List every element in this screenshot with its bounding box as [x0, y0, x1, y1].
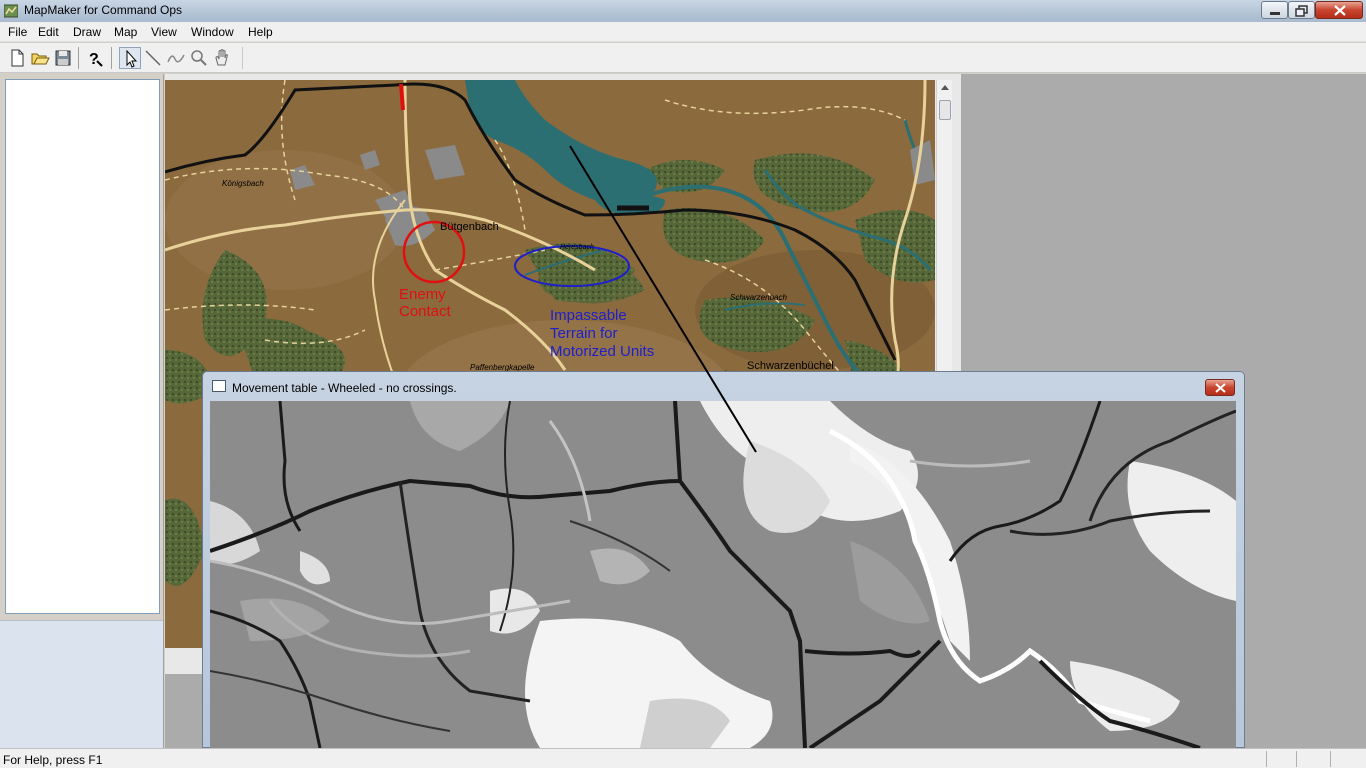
properties-panel	[0, 620, 163, 748]
status-text: For Help, press F1	[3, 753, 103, 767]
zoom-tool-button[interactable]	[188, 47, 210, 69]
open-button[interactable]	[29, 47, 51, 69]
status-pane-2	[1296, 751, 1330, 767]
menu-edit[interactable]: Edit	[38, 25, 59, 39]
impassable-line-3: Motorized Units	[550, 343, 655, 360]
menu-view[interactable]: View	[151, 25, 177, 39]
movement-table-canvas[interactable]	[210, 401, 1236, 748]
scroll-up-arrow-icon[interactable]	[938, 81, 952, 95]
enemy-contact-label: Enemy Contact	[399, 286, 451, 320]
minimize-icon	[1270, 12, 1280, 15]
movement-window-close-button[interactable]	[1205, 379, 1235, 396]
pan-tool-button[interactable]	[211, 47, 233, 69]
movement-table-window: Movement table - Wheeled - no crossings.	[202, 371, 1245, 748]
line-icon	[145, 50, 161, 66]
place-label-butgenbach: Bütgenbach	[440, 221, 499, 233]
menu-bar: File Edit Draw Map View Window Help	[0, 22, 1366, 42]
polyline-icon	[167, 54, 185, 63]
menu-file[interactable]: File	[8, 25, 27, 39]
select-arrow-icon	[126, 49, 138, 68]
status-pane-3	[1330, 751, 1364, 767]
pan-hand-icon	[215, 49, 228, 66]
line-tool-button[interactable]	[142, 47, 164, 69]
place-label-schwarzenbach: Schwarzenbach	[730, 293, 787, 302]
help-button[interactable]: ?	[83, 47, 105, 69]
close-button[interactable]	[1315, 1, 1363, 19]
window-title: MapMaker for Command Ops	[24, 3, 183, 17]
enemy-contact-line-1: Enemy	[399, 286, 446, 303]
new-button[interactable]	[6, 47, 28, 69]
place-label-konigsbach: Königsbach	[222, 179, 264, 188]
movement-window-title: Movement table - Wheeled - no crossings.	[232, 381, 457, 395]
svg-text:?: ?	[89, 51, 99, 68]
impassable-label: Impassable Terrain for Motorized Units	[550, 307, 654, 361]
save-button[interactable]	[52, 47, 74, 69]
menu-draw[interactable]: Draw	[73, 25, 101, 39]
movement-window-icon	[212, 380, 226, 392]
movement-cost-raster	[210, 401, 1236, 748]
help-icon: ?	[89, 51, 103, 68]
status-pane-1	[1266, 751, 1296, 767]
impassable-line-1: Impassable	[550, 307, 627, 324]
layer-tree[interactable]	[5, 79, 160, 614]
zoom-icon	[191, 50, 207, 66]
new-icon	[11, 49, 24, 67]
status-bar: For Help, press F1	[0, 748, 1366, 768]
close-icon	[1334, 5, 1346, 16]
save-icon	[55, 50, 71, 66]
menu-map[interactable]: Map	[114, 25, 137, 39]
restore-icon	[1295, 5, 1308, 17]
mapmaker-app-icon	[4, 4, 18, 18]
impassable-line-2: Terrain for	[550, 325, 618, 342]
polyline-tool-button[interactable]	[165, 47, 187, 69]
menu-help[interactable]: Help	[248, 25, 273, 39]
left-pane	[0, 74, 164, 748]
minimize-button[interactable]	[1261, 1, 1288, 19]
close-icon	[1215, 383, 1226, 393]
menu-window[interactable]: Window	[191, 25, 234, 39]
title-bar: MapMaker for Command Ops	[0, 0, 1366, 22]
scroll-thumb[interactable]	[939, 100, 951, 120]
toolbar: ?	[0, 43, 1366, 73]
place-label-hevesbach: Heresbach	[560, 244, 594, 251]
select-tool-button[interactable]	[119, 47, 141, 69]
enemy-contact-line-2: Contact	[399, 303, 451, 320]
open-icon	[31, 53, 50, 65]
restore-button[interactable]	[1288, 1, 1315, 19]
